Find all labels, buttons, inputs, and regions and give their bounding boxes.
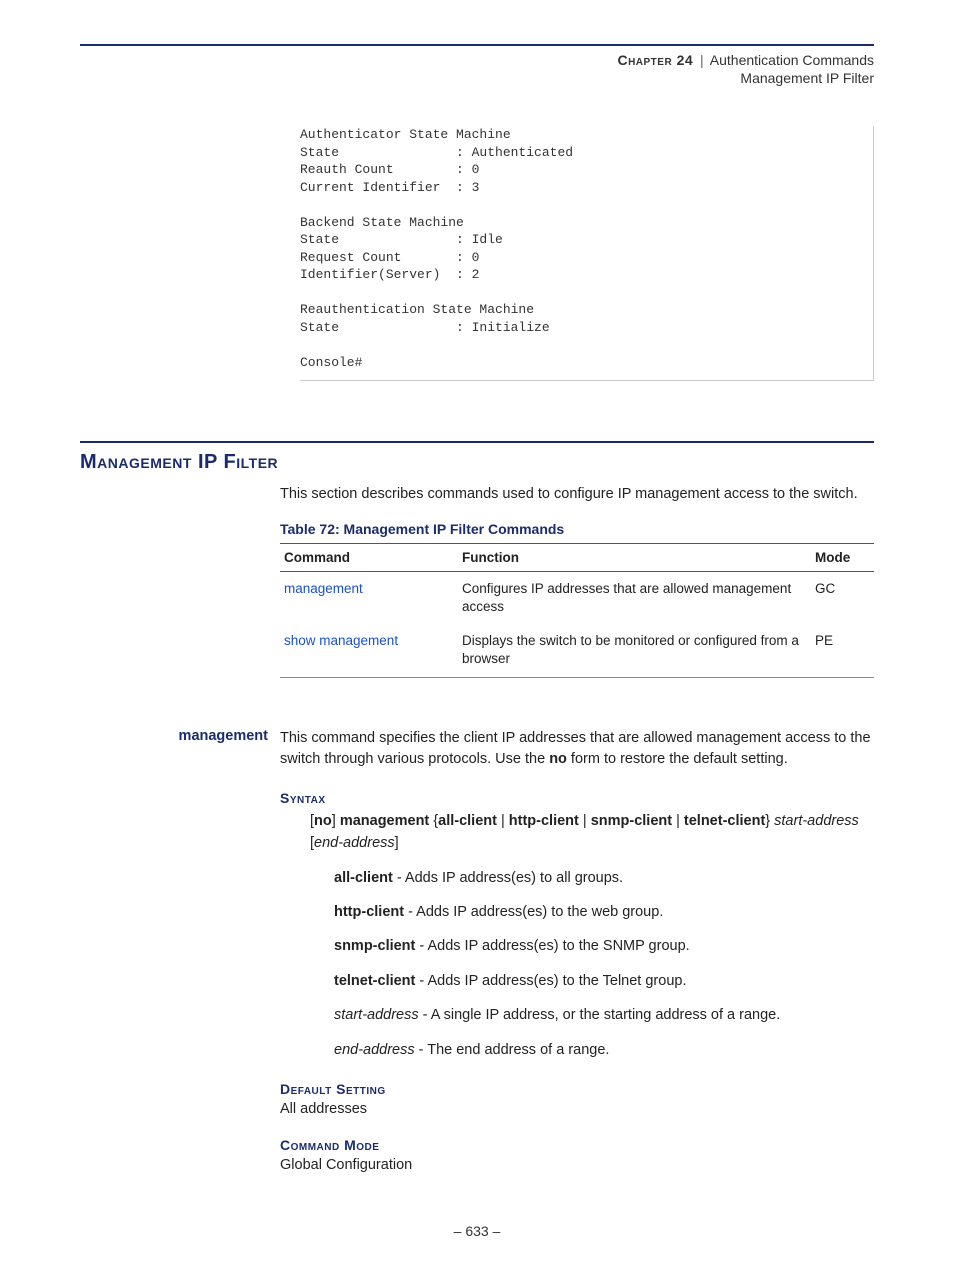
syntax-option: snmp-client - Adds IP address(es) to the… (334, 935, 874, 957)
syntax-option: http-client - Adds IP address(es) to the… (334, 901, 874, 923)
syntax-option: telnet-client - Adds IP address(es) to t… (334, 970, 874, 992)
command-description: This command specifies the client IP add… (280, 728, 874, 770)
command-function: Displays the switch to be monitored or c… (458, 624, 811, 677)
desc-post: form to restore the default setting. (567, 751, 788, 767)
th-function: Function (458, 543, 811, 571)
command-link[interactable]: management (284, 581, 363, 596)
th-command: Command (280, 543, 458, 571)
desc-no-keyword: no (549, 751, 567, 767)
header-separator: | (700, 52, 704, 68)
table-row: show management Displays the switch to b… (280, 624, 874, 677)
syntax-option: all-client - Adds IP address(es) to all … (334, 867, 874, 889)
commands-table: Command Function Mode management Configu… (280, 543, 874, 678)
command-name-label: management (80, 728, 280, 744)
command-mode-value: Global Configuration (280, 1157, 874, 1173)
th-mode: Mode (811, 543, 874, 571)
page-header: Chapter 24 | Authentication Commands Man… (80, 44, 874, 86)
default-setting-heading: Default Setting (280, 1081, 874, 1097)
command-function: Configures IP addresses that are allowed… (458, 571, 811, 624)
command-mode-heading: Command Mode (280, 1137, 874, 1153)
section-intro: This section describes commands used to … (280, 484, 874, 505)
syntax-usage: [no] management {all-client | http-clien… (310, 810, 874, 855)
header-line-1: Chapter 24 | Authentication Commands (80, 52, 874, 68)
syntax-option: end-address - The end address of a range… (334, 1039, 874, 1061)
table-caption: Table 72: Management IP Filter Commands (280, 521, 874, 537)
console-output: Authenticator State Machine State : Auth… (300, 126, 874, 381)
section-rule (80, 441, 874, 443)
command-mode: PE (811, 624, 874, 677)
table-row: management Configures IP addresses that … (280, 571, 874, 624)
section-title: Management IP Filter (80, 451, 874, 474)
command-link[interactable]: show management (284, 633, 398, 648)
chapter-topic: Authentication Commands (710, 52, 874, 68)
syntax-option: start-address - A single IP address, or … (334, 1004, 874, 1026)
syntax-options: all-client - Adds IP address(es) to all … (334, 867, 874, 1062)
header-subtopic: Management IP Filter (80, 70, 874, 86)
syntax-heading: Syntax (280, 790, 874, 806)
command-mode: GC (811, 571, 874, 624)
page-number: – 633 – (80, 1223, 874, 1239)
default-setting-value: All addresses (280, 1101, 874, 1117)
chapter-label: Chapter 24 (617, 52, 693, 68)
table-header-row: Command Function Mode (280, 543, 874, 571)
